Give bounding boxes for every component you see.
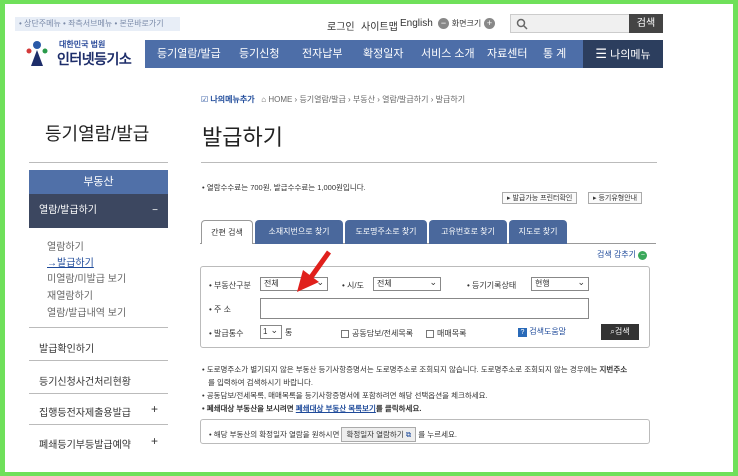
collapse-icon: − <box>152 205 158 216</box>
sido-select[interactable]: 전체 <box>373 276 441 291</box>
global-nav: 등기열람/발급 등기신청 전자납부 확정일자 서비스 소개 자료센터 통 계 ☰… <box>145 40 663 68</box>
my-menu-button[interactable]: ☰ 나의메뉴 <box>583 40 663 68</box>
address-input[interactable] <box>260 298 589 319</box>
expand-icon[interactable]: + <box>151 434 158 448</box>
checkbox-icon <box>341 329 349 338</box>
external-link-icon: ⧉ <box>405 430 412 439</box>
tab-map[interactable]: 지도로 찾기 <box>509 220 567 244</box>
copies-label: • 발급통수 <box>209 329 244 338</box>
home-icon: ⌂ <box>261 95 267 104</box>
notice-road-address: • 도로명주소가 별기되지 않은 부동산 등기사항증명서는 도로명주소로 조회되… <box>202 365 628 374</box>
zoom-in-icon[interactable]: + <box>484 18 496 29</box>
gnb-item-apply[interactable]: 등기신청 <box>239 40 279 68</box>
closed-list-link[interactable]: 폐쇄대상 부동산 목록보기 <box>296 404 376 413</box>
fixed-date-note: • 해당 부동산의 확정일자 열람을 원하시면 확정일자 열람하기 ⧉ 를 누르… <box>209 427 457 442</box>
fixed-date-button[interactable]: 확정일자 열람하기 ⧉ <box>341 427 417 442</box>
joint-collateral-checkbox[interactable]: 공동담보/전세목록 <box>341 328 413 339</box>
search-icon <box>516 18 528 30</box>
lot-address-text: 지번주소 <box>599 365 628 374</box>
hide-search-toggle[interactable]: 검색 감추기 − <box>597 249 648 260</box>
sitemap-link[interactable]: 사이트맵 <box>361 18 398 33</box>
sidebar-item-issue-check[interactable]: 발급확인하기 <box>39 340 94 355</box>
court-logo-icon[interactable] <box>21 36 55 68</box>
notice-collateral: • 공동담보/전세목록, 매매목록을 등기사항증명서에 포함하려면 해당 선택옵… <box>202 391 488 400</box>
divider <box>201 162 657 163</box>
divider <box>29 327 168 328</box>
divider <box>29 424 168 425</box>
zoom-control: − 화면크기 + <box>438 18 496 29</box>
fee-info: • 열람수수료는 700원, 발급수수료는 1,000원입니다. <box>202 183 366 192</box>
sidebar-item-case-status[interactable]: 등기신청사건처리현황 <box>39 373 131 388</box>
hamburger-icon: ☰ <box>595 46 608 61</box>
sidebar-sub-review[interactable]: 재열람하기 <box>47 287 93 302</box>
search-button[interactable]: 검색 <box>629 14 663 33</box>
gnb-item-payment[interactable]: 전자납부 <box>302 40 342 68</box>
breadcrumb: ☑ 나의메뉴추가 ⌂ HOME › 등기열람/발급 › 부동산 › 열람/발급하… <box>201 94 465 105</box>
form-search-button[interactable]: ⌕검색 <box>601 324 639 340</box>
sidebar-title: 등기열람/발급 <box>45 124 150 144</box>
copies-select[interactable]: 1 <box>260 324 282 339</box>
notice-closed: • 폐쇄대상 부동산을 보시려면 폐쇄대상 부동산 목록보기를 클릭하세요. <box>202 404 422 413</box>
page-title: 발급하기 <box>202 125 283 150</box>
sidebar-section-realestate[interactable]: 부동산 <box>29 170 168 194</box>
sidebar-item-electronic-submit[interactable]: 집행등전자제출용발급 <box>39 404 131 419</box>
gnb-item-stats[interactable]: 통 계 <box>543 40 566 68</box>
collapse-circle-icon: − <box>638 251 648 260</box>
printer-check-button[interactable]: ▸ 발급가능 프린터확인 <box>502 192 578 204</box>
copies-unit: 통 <box>285 328 293 337</box>
checkbox-icon <box>426 329 434 338</box>
zoom-label: 화면크기 <box>451 19 482 29</box>
gnb-item-view-issue[interactable]: 등기열람/발급 <box>157 40 221 68</box>
zoom-out-icon[interactable]: − <box>438 18 449 29</box>
sido-label: • 시/도 <box>342 281 364 290</box>
sidebar-sub-history[interactable]: 열람/발급내역 보기 <box>47 304 126 319</box>
breadcrumb-path: HOME › 등기열람/발급 › 부동산 › 열람/발급하기 › 발급하기 <box>268 95 466 104</box>
gnb-item-service[interactable]: 서비스 소개 <box>421 40 475 68</box>
logo-title[interactable]: 인터넷등기소 <box>57 49 132 69</box>
help-icon: ? <box>518 328 527 337</box>
record-status-select[interactable]: 현행 <box>531 276 589 291</box>
search-input[interactable] <box>510 14 630 33</box>
address-label: • 주 소 <box>209 305 231 314</box>
divider <box>29 360 168 361</box>
add-my-menu-link[interactable]: 나의메뉴추가 <box>210 95 254 104</box>
notice-road-address-cont: 를 입력하여 검색하시기 바랍니다. <box>208 378 313 387</box>
login-link[interactable]: 로그인 <box>327 18 355 33</box>
tab-road-address[interactable]: 도로명주소로 찾기 <box>345 220 427 244</box>
sidebar-sub-unviewed[interactable]: 미열람/미발급 보기 <box>47 270 126 285</box>
english-link[interactable]: English <box>400 18 433 29</box>
gnb-item-fixed-date[interactable]: 확정일자 <box>363 40 403 68</box>
tab-lot-number[interactable]: 소재지번으로 찾기 <box>255 220 343 244</box>
sidebar-sub-view[interactable]: 열람하기 <box>47 238 84 253</box>
tab-unique-number[interactable]: 고유번호로 찾기 <box>429 220 507 244</box>
sidebar-item-label: 열람/발급하기 <box>39 205 97 216</box>
realestate-type-label: • 부동산구분 <box>209 281 251 290</box>
skip-links[interactable]: • 상단주메뉴 • 좌측서브메뉴 • 본문바로가기 <box>15 17 180 31</box>
checkbox-icon: ☑ <box>201 95 209 104</box>
sidebar-item-closed-reservation[interactable]: 폐쇄등기부등발급예약 <box>39 436 131 451</box>
expand-icon[interactable]: + <box>151 402 158 416</box>
sidebar-item-view-issue[interactable]: 열람/발급하기 − <box>29 194 168 228</box>
sidebar-sub-issue[interactable]: →발급하기 <box>47 254 94 269</box>
divider <box>29 393 168 394</box>
my-menu-label: 나의메뉴 <box>610 49 651 61</box>
divider <box>29 162 168 163</box>
page-frame: • 상단주메뉴 • 좌측서브메뉴 • 본문바로가기 로그인 사이트맵 Engli… <box>5 4 733 472</box>
tab-simple-search[interactable]: 간편 검색 <box>201 220 253 244</box>
search-help-button[interactable]: ? 검색도움말 <box>518 326 566 337</box>
record-status-label: • 등기기록상태 <box>467 281 517 290</box>
registry-type-button[interactable]: ▸ 등기유형안내 <box>588 192 643 204</box>
red-arrow-icon <box>297 250 332 292</box>
gnb-item-data[interactable]: 자료센터 <box>487 40 527 68</box>
sale-list-checkbox[interactable]: 매매목록 <box>426 328 466 339</box>
